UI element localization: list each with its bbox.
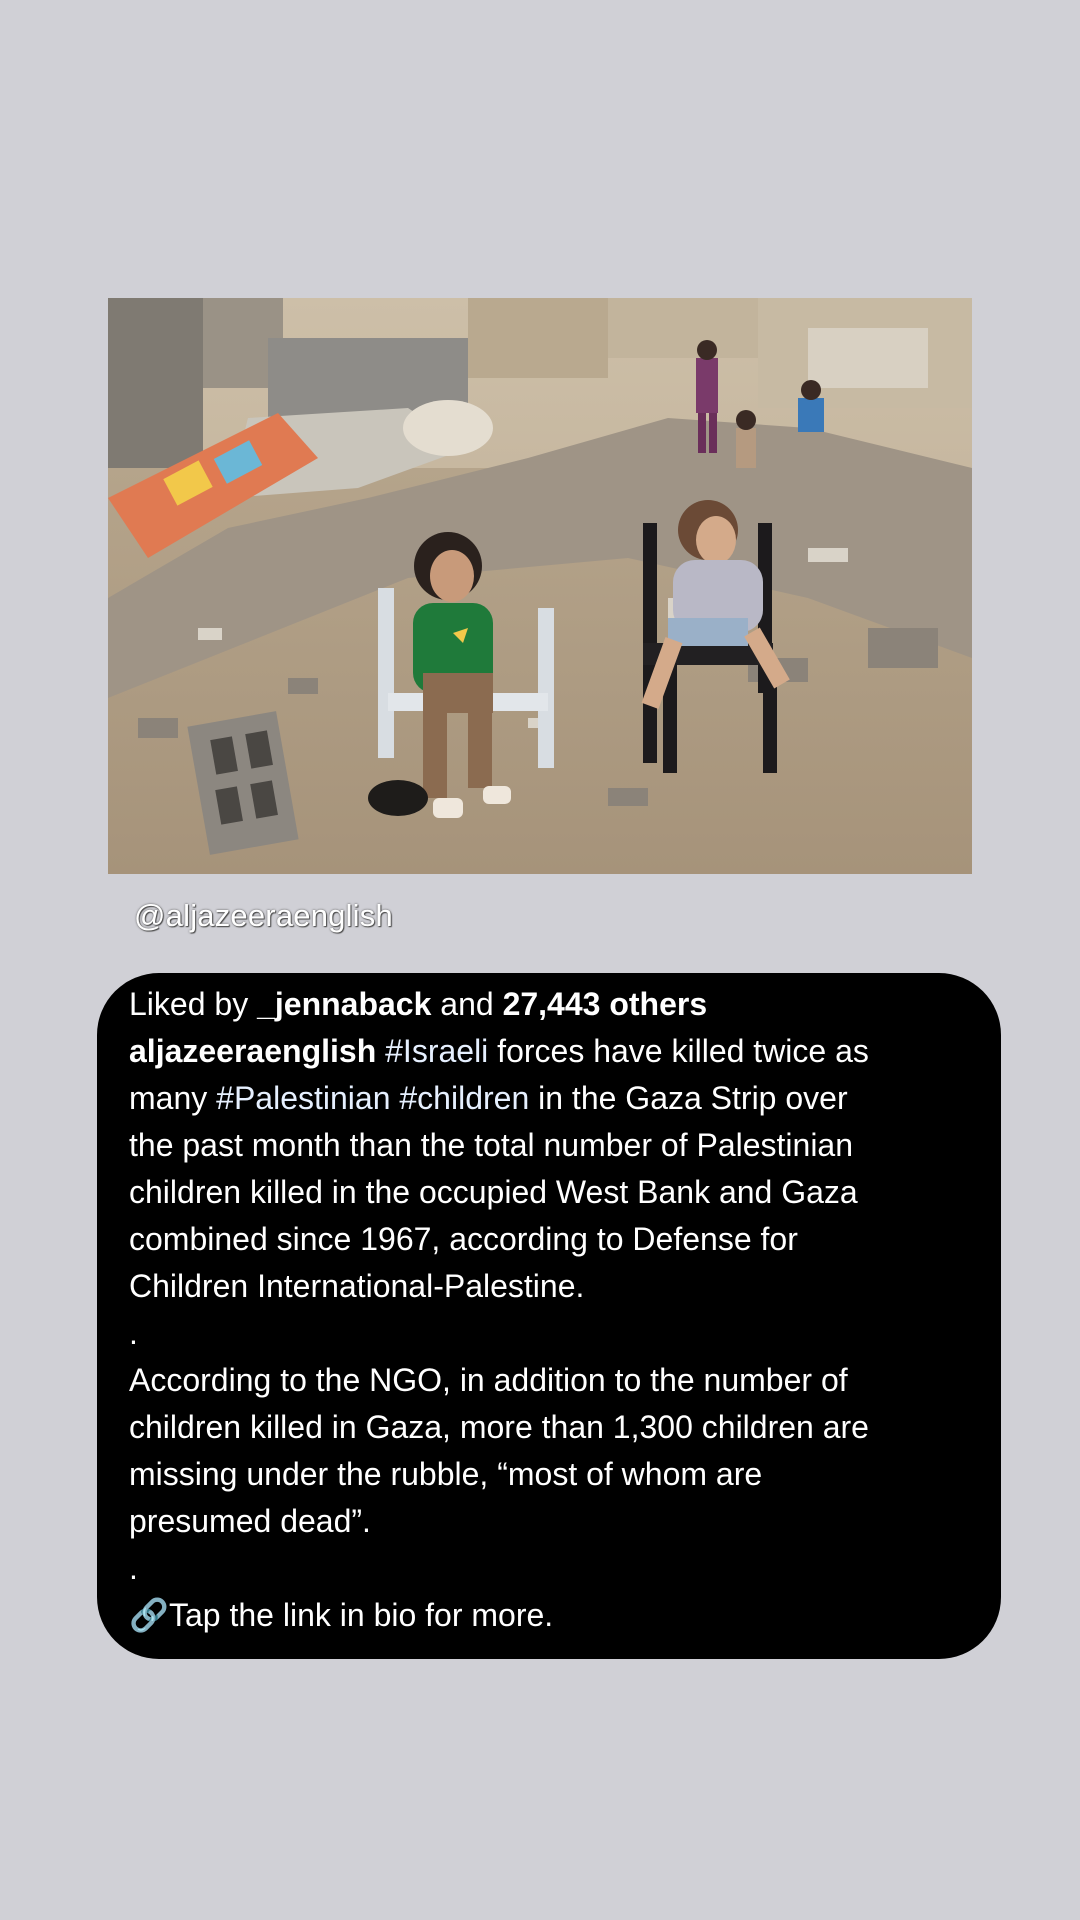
hashtag-palestinian[interactable]: #Palestinian xyxy=(216,1080,390,1116)
likes-middle: and xyxy=(431,986,503,1022)
caption-line-7: According to the NGO, in addition to the… xyxy=(129,1362,848,1398)
caption-line-9: missing under the rubble, “most of whom … xyxy=(129,1456,763,1492)
rubble-scene-image xyxy=(108,298,972,874)
caption-separator-dot: . xyxy=(129,1550,138,1586)
link-icon: 🔗 xyxy=(129,1597,169,1633)
caption-line-1: aljazeeraenglish #Israeli forces have ki… xyxy=(129,1028,961,1075)
caption-line-3: the past month than the total number of … xyxy=(129,1127,854,1163)
caption-link-line: 🔗Tap the link in bio for more. xyxy=(129,1592,961,1639)
post-photo[interactable] xyxy=(108,298,972,874)
caption-text: forces have killed twice as xyxy=(488,1033,869,1069)
caption-separator-dot: . xyxy=(129,1315,138,1351)
hashtag-children[interactable]: #children xyxy=(399,1080,529,1116)
likes-count-link[interactable]: 27,443 others xyxy=(503,986,708,1022)
hashtag-israeli[interactable]: #Israeli xyxy=(385,1033,488,1069)
caption-line-2: many #Palestinian #children in the Gaza … xyxy=(129,1075,961,1122)
caption-line-10: presumed dead”. xyxy=(129,1503,371,1539)
mention-sticker[interactable]: @aljazeeraenglish xyxy=(134,898,393,934)
caption-line-6: Children International-Palestine. xyxy=(129,1268,585,1304)
story-screen: @aljazeeraenglish Liked by _jennaback an… xyxy=(0,0,1080,1920)
caption-text: in the Gaza Strip over xyxy=(529,1080,848,1116)
link-in-bio-text: Tap the link in bio for more. xyxy=(169,1597,554,1633)
liked-user-link[interactable]: _jennaback xyxy=(257,986,431,1022)
caption-text: many xyxy=(129,1080,217,1116)
caption-card: Liked by _jennaback and 27,443 others al… xyxy=(97,973,1001,1659)
author-username[interactable]: aljazeeraenglish xyxy=(129,1033,376,1069)
caption-line-4: children killed in the occupied West Ban… xyxy=(129,1174,858,1210)
caption-line-5: combined since 1967, according to Defens… xyxy=(129,1221,798,1257)
caption-line-8: children killed in Gaza, more than 1,300… xyxy=(129,1409,869,1445)
likes-line: Liked by _jennaback and 27,443 others xyxy=(129,973,961,1028)
likes-prefix: Liked by xyxy=(129,986,258,1022)
